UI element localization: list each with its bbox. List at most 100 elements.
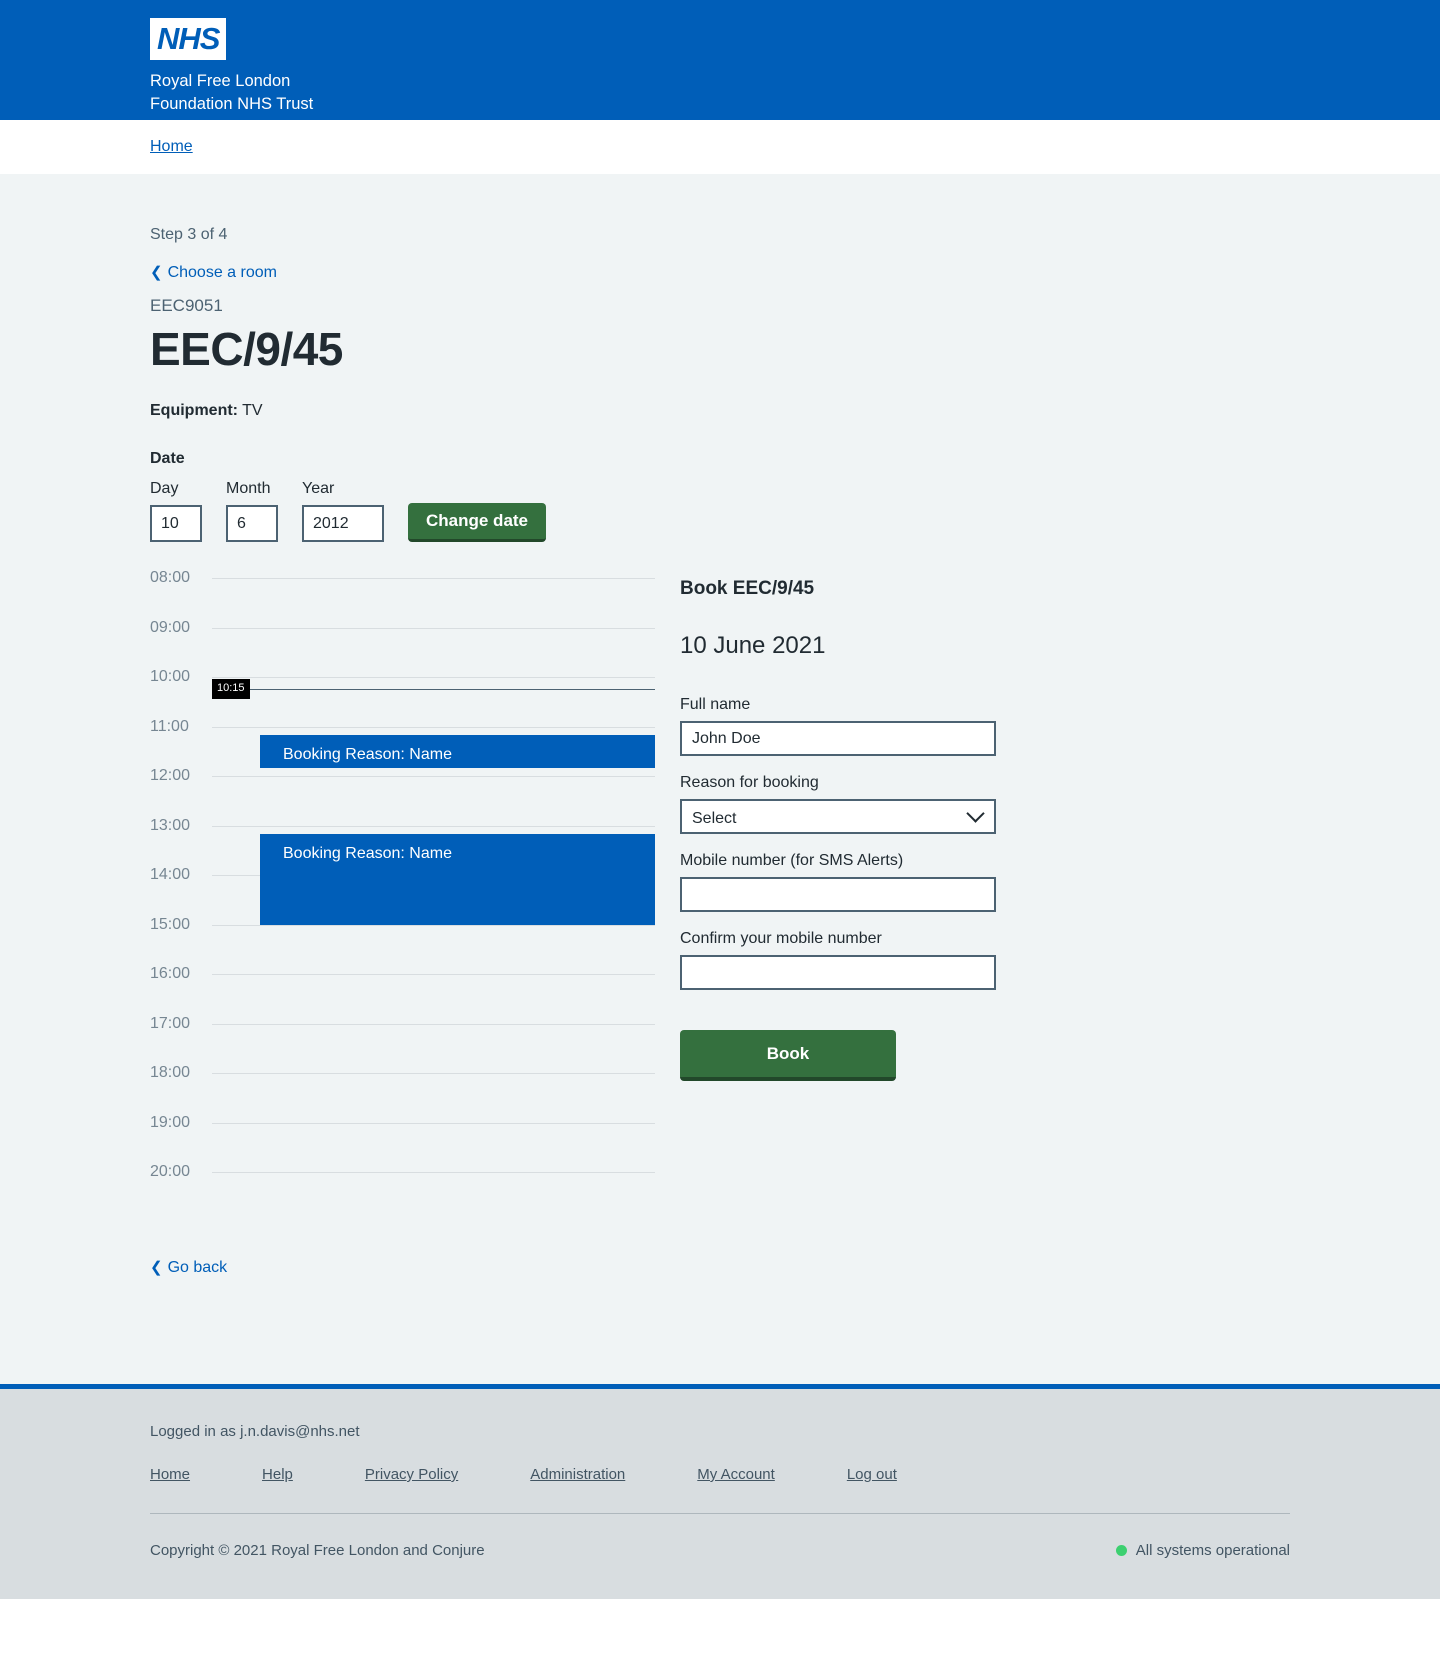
site-footer: Logged in as j.n.davis@nhs.net Home Help P… [0,1384,1440,1599]
breadcrumb: Home [150,138,1290,156]
timeline-column: 08:00 09:00 10:00 11:00 12:00 13:00 14:00 15:00… [150,569,655,1277]
breadcrumb-home-link[interactable]: Home [150,138,193,155]
full-name-label: Full name [680,696,751,713]
day-label: Day [150,480,179,497]
timeline-row[interactable]: 09:00 [150,619,655,678]
month-label: Month [226,480,271,497]
chevron-left-icon: ❮ [150,1258,163,1276]
timeline-hour-label: 10:00 [150,668,191,685]
timeline-hour-label: 11:00 [150,717,189,735]
status-dot-icon [1115,1545,1127,1556]
footer-link-my-account[interactable]: My Account [697,1466,775,1483]
timeline-hour-label: 18:00 [150,1064,191,1081]
timeline-gridline [212,726,655,728]
timeline-gridline [212,1172,655,1173]
timeline-row[interactable]: 12:00 [150,767,655,826]
timeline-row[interactable]: 16:00 [150,965,655,1024]
reason-select[interactable]: Select [680,799,996,834]
confirm-mobile-label: Confirm your mobile number [680,930,882,947]
page-title: EEC/9/45 [150,323,343,375]
footer-divider [150,1513,1290,1514]
mobile-field-group: Mobile number (for SMS Alerts) [680,852,1000,912]
full-name-input[interactable] [680,721,996,756]
year-input[interactable] [302,505,384,542]
timeline-gridline [212,677,655,678]
go-back-label: Go back [167,1258,228,1276]
timeline-hour-label: 16:00 [150,965,191,982]
room-code: EEC9051 [150,296,223,315]
go-back-link[interactable]: ❮ Go back [150,1258,227,1277]
footer-link-privacy-policy[interactable]: Privacy Policy [365,1466,458,1483]
footer-bottom: Copyright © 2021 Royal Free London and C… [150,1542,1290,1559]
month-input[interactable] [226,505,278,542]
timeline-hour-label: 20:00 [150,1163,191,1180]
timeline-hour-label: 09:00 [150,618,191,636]
timeline-gridline [212,578,655,579]
chevron-left-icon: ❮ [150,264,163,281]
timeline-gridline [212,627,655,629]
reason-select-wrap: Select [680,799,996,834]
footer-link-help[interactable]: Help [262,1466,293,1483]
current-time-line [212,689,655,691]
choose-a-room-back-link[interactable]: ❮ Choose a room [150,263,277,282]
timeline-row[interactable]: 18:00 [150,1064,655,1123]
timeline-hour-label: 08:00 [150,569,191,586]
timeline-hour-label: 13:00 [150,816,191,834]
timeline-gridline [212,1023,655,1025]
timeline-hour-label: 12:00 [150,767,191,784]
mobile-input[interactable] [680,877,996,912]
breadcrumb-bar: Home [0,120,1440,174]
timeline-row[interactable]: 15:00 [150,916,655,975]
timeline-gridline [212,1122,655,1124]
timeline-hour-label: 17:00 [150,1014,191,1032]
footer-inner: Logged in as j.n.davis@nhs.net Home Help P… [150,1423,1290,1559]
day-input[interactable] [150,505,202,542]
choose-a-room-label: Choose a room [167,264,277,281]
copyright-text: Copyright © 2021 Royal Free London and C… [150,1542,485,1559]
system-status: All systems operational [1115,1542,1290,1559]
timeline-gridline [212,825,655,827]
equipment-info: Equipment: TV [150,402,1290,420]
date-group-label: Date [150,450,185,467]
day-field-group: Day [150,480,202,542]
mobile-label: Mobile number (for SMS Alerts) [680,852,904,869]
booking-form-date: 10 June 2021 [680,632,826,659]
timeline-booking-block[interactable]: Booking Reason: Name [260,734,655,768]
book-button[interactable]: Book [680,1030,896,1081]
timeline-hour-label: 19:00 [150,1113,191,1131]
confirm-mobile-input[interactable] [680,955,996,990]
main-content: Step 3 of 4 ❮ Choose a room EEC9051 EEC/9… [0,174,1440,1384]
full-name-field-group: Full name [680,696,1000,756]
change-date-button[interactable]: Change date [408,503,547,542]
timeline-gridline [212,1073,655,1074]
reason-label: Reason for booking [680,774,819,791]
logged-in-status: Logged in as j.n.davis@nhs.net [150,1423,360,1440]
timeline-row[interactable]: 08:00 [150,569,655,628]
timeline-gridline [212,776,655,777]
timeline-booking-block[interactable]: Booking Reason: Name [260,833,655,925]
timeline-row[interactable]: 17:00 [150,1015,655,1074]
timeline-row[interactable]: 19:00 [150,1114,655,1173]
trust-name-line2: Foundation NHS Trust [150,95,314,113]
equipment-value: TV [242,402,263,419]
header-inner: NHS Royal Free London Foundation NHS Tru… [150,0,1290,116]
footer-link-administration[interactable]: Administration [530,1466,625,1483]
content-columns: 08:00 09:00 10:00 11:00 12:00 13:00 14:00 15:00… [150,569,1290,1277]
status-text: All systems operational [1135,1542,1290,1559]
timeline-hour-label: 15:00 [150,915,191,933]
day-timeline[interactable]: 08:00 09:00 10:00 11:00 12:00 13:00 14:00 15:00… [150,569,655,1222]
month-field-group: Month [226,480,278,542]
main-inner: Step 3 of 4 ❮ Choose a room EEC9051 EEC/9… [150,226,1290,1277]
date-selector: Day Month Year Change date [150,480,1290,542]
current-time-label: 10:15 [212,679,250,700]
footer-links: Home Help Privacy Policy Administration My A… [150,1466,1290,1483]
year-label: Year [302,480,335,497]
confirm-mobile-field-group: Confirm your mobile number [680,930,1000,990]
footer-link-log-out[interactable]: Log out [847,1466,897,1483]
nhs-logo[interactable]: NHS [150,18,227,60]
trust-name-line1: Royal Free London [150,72,291,90]
footer-link-home[interactable]: Home [150,1466,190,1483]
timeline-row[interactable]: 20:00 [150,1163,655,1222]
equipment-label: Equipment: [150,402,238,419]
timeline-gridline [212,974,655,975]
